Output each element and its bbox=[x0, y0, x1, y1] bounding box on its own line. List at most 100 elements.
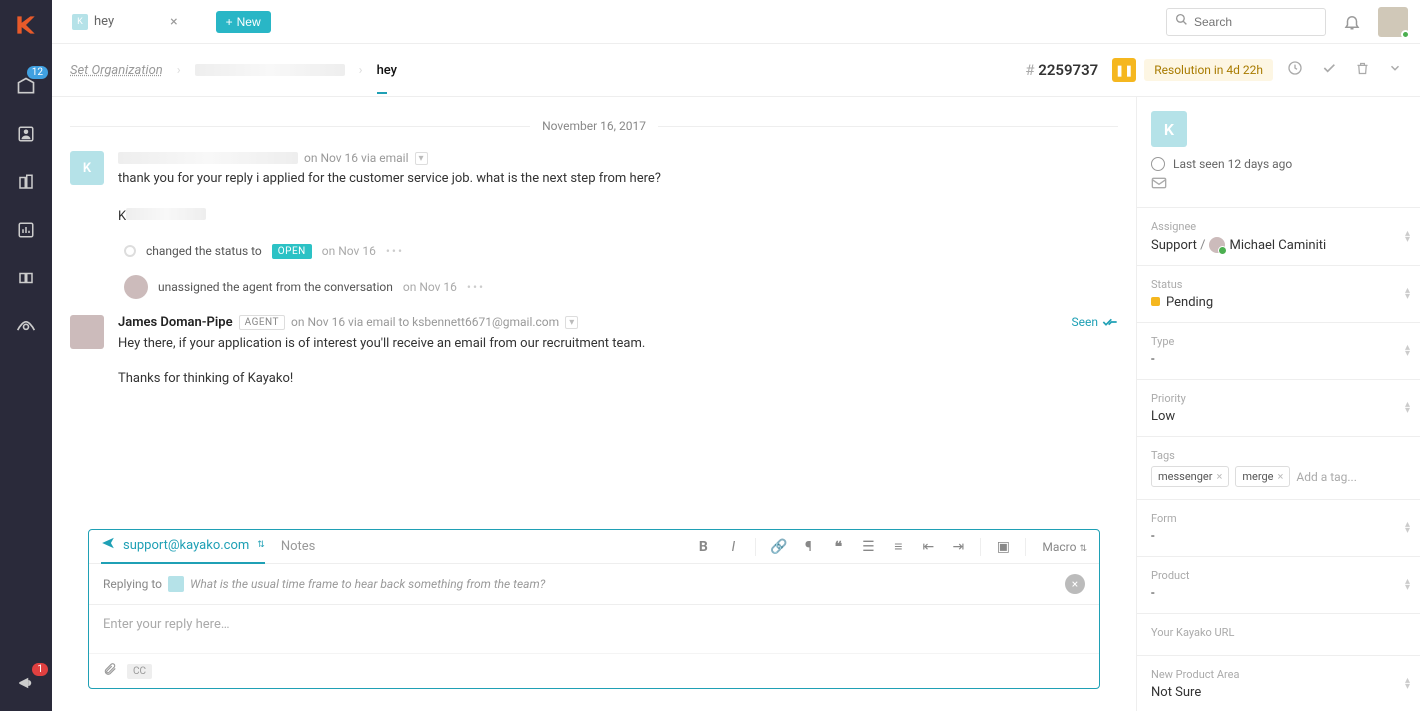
customer-avatar: K bbox=[70, 151, 104, 185]
agent-name: James Doman-Pipe bbox=[118, 315, 233, 330]
search-input[interactable] bbox=[1194, 15, 1317, 29]
conversation-tab[interactable]: K hey × bbox=[64, 10, 186, 34]
topbar: K hey × + New bbox=[52, 0, 1420, 44]
last-seen: Last seen 12 days ago bbox=[1151, 157, 1406, 171]
bold-icon[interactable]: B bbox=[695, 539, 711, 555]
send-icon bbox=[101, 536, 115, 554]
rail-contacts-icon[interactable] bbox=[12, 120, 40, 148]
attachment-icon[interactable] bbox=[103, 662, 117, 680]
check-icon[interactable] bbox=[1321, 60, 1337, 80]
new-button[interactable]: + New bbox=[216, 11, 271, 33]
message-signature: K bbox=[118, 208, 1118, 224]
updown-icon[interactable]: ▴▾ bbox=[1405, 345, 1410, 357]
rail-orgs-icon[interactable] bbox=[12, 168, 40, 196]
brand-logo-icon[interactable] bbox=[13, 12, 39, 38]
customer-name-redacted bbox=[118, 152, 298, 164]
message-dropdown-icon[interactable]: ▾ bbox=[415, 152, 428, 165]
message-dropdown-icon[interactable]: ▾ bbox=[565, 316, 578, 329]
search-icon bbox=[1175, 13, 1188, 30]
italic-icon[interactable]: I bbox=[725, 539, 741, 555]
clock-icon bbox=[1151, 157, 1165, 171]
rail-reports-icon[interactable] bbox=[12, 216, 40, 244]
rail-inbox-icon[interactable]: 12 bbox=[12, 72, 40, 100]
tags-field[interactable]: Tags messenger× merge× Add a tag... bbox=[1137, 436, 1420, 499]
reply-editor: support@kayako.com ⇅ Notes B I 🔗 ¶ ❝ bbox=[88, 529, 1100, 689]
reply-textarea[interactable] bbox=[103, 617, 1085, 637]
add-tag-input[interactable]: Add a tag... bbox=[1296, 470, 1357, 484]
link-icon[interactable]: 🔗 bbox=[770, 539, 786, 555]
priority-field[interactable]: Priority Low ▴▾ bbox=[1137, 379, 1420, 436]
updown-icon[interactable]: ▴▾ bbox=[1405, 231, 1410, 243]
inbox-badge: 12 bbox=[27, 66, 48, 79]
set-organization-link[interactable]: Set Organization bbox=[70, 63, 163, 78]
updown-icon[interactable]: ▴▾ bbox=[1405, 579, 1410, 591]
macro-dropdown[interactable]: Macro ⇅ bbox=[1042, 540, 1087, 554]
ordered-list-icon[interactable]: ☰ bbox=[860, 539, 876, 555]
info-sidebar: K Last seen 12 days ago Assignee Support… bbox=[1136, 97, 1420, 711]
more-icon[interactable]: ••• bbox=[467, 280, 485, 294]
search-box[interactable] bbox=[1166, 8, 1326, 36]
context-avatar bbox=[168, 576, 184, 592]
seen-indicator: Seen bbox=[1072, 315, 1118, 329]
ticket-header: Set Organization › › hey # 2259737 ❚❚ Re… bbox=[52, 44, 1420, 97]
message-timestamp: on Nov 16 via email to ksbennett6671@gma… bbox=[291, 315, 559, 329]
notifications-icon[interactable] bbox=[1340, 10, 1364, 34]
ticket-id: # 2259737 bbox=[1025, 61, 1098, 79]
close-tab-icon[interactable]: × bbox=[170, 14, 177, 30]
plus-icon: + bbox=[226, 15, 233, 29]
remove-context-icon[interactable]: × bbox=[1065, 574, 1085, 594]
unordered-list-icon[interactable]: ≡ bbox=[890, 538, 906, 555]
customer-name-redacted[interactable] bbox=[195, 64, 345, 76]
updown-icon[interactable]: ▴▾ bbox=[1405, 288, 1410, 300]
resolution-pill[interactable]: ❚❚ Resolution in 4d 22h bbox=[1112, 58, 1273, 82]
product-field[interactable]: Product - ▴▾ bbox=[1137, 556, 1420, 613]
rail-knowledge-icon[interactable] bbox=[12, 264, 40, 292]
type-field[interactable]: Type - ▴▾ bbox=[1137, 322, 1420, 379]
remove-tag-icon[interactable]: × bbox=[1277, 470, 1283, 483]
resolution-text: Resolution in 4d 22h bbox=[1144, 59, 1273, 81]
remove-tag-icon[interactable]: × bbox=[1216, 470, 1222, 483]
more-icon[interactable]: ••• bbox=[386, 244, 404, 258]
conversation-thread: November 16, 2017 K on Nov 16 via email … bbox=[52, 97, 1136, 711]
user-avatar[interactable] bbox=[1378, 7, 1408, 37]
reply-from-tab[interactable]: support@kayako.com ⇅ bbox=[101, 536, 265, 564]
chevron-down-icon[interactable] bbox=[1388, 61, 1402, 79]
outdent-icon[interactable]: ⇤ bbox=[920, 539, 936, 555]
pause-icon: ❚❚ bbox=[1112, 58, 1136, 82]
date-separator: November 16, 2017 bbox=[542, 119, 646, 133]
cc-button[interactable]: CC bbox=[127, 664, 152, 679]
context-quote: What is the usual time frame to hear bac… bbox=[190, 577, 545, 591]
updown-icon[interactable]: ▴▾ bbox=[1405, 678, 1410, 690]
ticket-title[interactable]: hey bbox=[377, 63, 397, 78]
updown-icon: ⇅ bbox=[257, 540, 265, 550]
rail-views-icon[interactable] bbox=[12, 312, 40, 340]
message-timestamp: on Nov 16 via email bbox=[304, 151, 409, 165]
new-product-area-field[interactable]: New Product Area Not Sure ▴▾ bbox=[1137, 655, 1420, 711]
status-field[interactable]: Status Pending ▴▾ bbox=[1137, 265, 1420, 322]
form-field[interactable]: Form - ▴▾ bbox=[1137, 499, 1420, 556]
editor-toolbar: B I 🔗 ¶ ❝ ☰ ≡ ⇤ ⇥ ▣ bbox=[695, 538, 1026, 556]
status-open-pill: OPEN bbox=[272, 244, 312, 259]
updown-icon[interactable]: ▴▾ bbox=[1405, 522, 1410, 534]
left-rail: 12 1 bbox=[0, 0, 52, 711]
updown-icon[interactable]: ▴▾ bbox=[1405, 402, 1410, 414]
reply-context: Replying to What is the usual time frame… bbox=[89, 564, 1099, 605]
rail-announce-icon[interactable]: 1 bbox=[12, 669, 40, 697]
tag-item[interactable]: messenger× bbox=[1151, 466, 1229, 487]
message-text: Hey there, if your application is of int… bbox=[118, 334, 1118, 355]
indent-icon[interactable]: ⇥ bbox=[950, 539, 966, 555]
agent-badge: AGENT bbox=[239, 315, 285, 330]
trash-icon[interactable] bbox=[1355, 61, 1370, 80]
kayako-url-field[interactable]: Your Kayako URL bbox=[1137, 613, 1420, 655]
clock-icon[interactable] bbox=[1287, 60, 1303, 80]
assignee-field[interactable]: Assignee Support Michael Caminiti ▴▾ bbox=[1137, 207, 1420, 265]
unassign-log-entry: unassigned the agent from the conversati… bbox=[124, 275, 1118, 299]
sidebar-avatar: K bbox=[1151, 111, 1187, 147]
agent-avatar bbox=[70, 315, 104, 349]
paragraph-icon[interactable]: ¶ bbox=[800, 539, 816, 555]
tag-item[interactable]: merge× bbox=[1235, 466, 1290, 487]
image-icon[interactable]: ▣ bbox=[995, 539, 1011, 555]
quote-icon[interactable]: ❝ bbox=[830, 539, 846, 555]
email-icon[interactable] bbox=[1151, 177, 1406, 193]
notes-tab[interactable]: Notes bbox=[281, 539, 316, 554]
